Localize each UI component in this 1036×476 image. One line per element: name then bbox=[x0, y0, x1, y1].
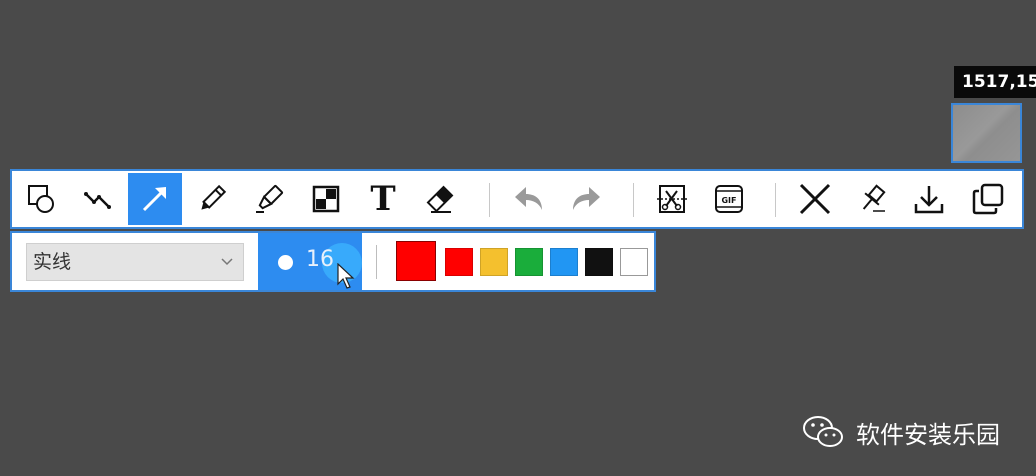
tool-options-bar: 实线 16 bbox=[10, 231, 656, 292]
redo-icon bbox=[573, 187, 600, 210]
pin-icon bbox=[862, 184, 886, 212]
gif-icon: GIF bbox=[715, 185, 743, 213]
coordinate-readout: 1517,15 bbox=[954, 66, 1036, 98]
mosaic-icon bbox=[312, 185, 340, 213]
arrow-icon bbox=[142, 187, 167, 212]
pen-size-control[interactable]: 16 bbox=[258, 233, 362, 290]
color-swatch[interactable] bbox=[445, 248, 473, 276]
scissors-icon bbox=[657, 185, 687, 213]
close-icon bbox=[799, 183, 831, 215]
pen-size-value: 16 bbox=[306, 247, 334, 272]
annotation-toolbar: T GIF bbox=[10, 169, 1024, 229]
line-style-value: 实线 bbox=[33, 251, 72, 273]
download-icon bbox=[914, 186, 944, 214]
pin-button[interactable] bbox=[845, 173, 899, 225]
highlighter-tool-button[interactable] bbox=[242, 173, 296, 225]
options-separator bbox=[376, 245, 377, 279]
toolbar-separator bbox=[633, 183, 634, 217]
polyline-tool-button[interactable] bbox=[71, 173, 125, 225]
color-swatch[interactable] bbox=[620, 248, 648, 276]
shape-tool-button[interactable] bbox=[15, 173, 69, 225]
download-button[interactable] bbox=[902, 173, 956, 225]
toolbar-separator bbox=[775, 183, 776, 217]
watermark: 软件安装乐园 bbox=[802, 412, 1000, 452]
color-swatch[interactable] bbox=[515, 248, 543, 276]
undo-button[interactable] bbox=[502, 173, 556, 225]
pencil-tool-button[interactable] bbox=[185, 173, 239, 225]
highlighter-icon bbox=[256, 184, 284, 213]
line-style-select[interactable]: 实线 bbox=[26, 243, 244, 281]
chevron-down-icon bbox=[221, 258, 233, 266]
close-button[interactable] bbox=[788, 173, 842, 225]
shape-icon bbox=[28, 185, 54, 213]
mosaic-tool-button[interactable] bbox=[299, 173, 353, 225]
color-swatch[interactable] bbox=[585, 248, 613, 276]
eraser-tool-button[interactable] bbox=[413, 173, 467, 225]
copy-button[interactable] bbox=[961, 173, 1015, 225]
pen-size-dot-icon bbox=[278, 255, 293, 270]
toolbar-separator bbox=[489, 183, 490, 217]
wechat-icon bbox=[803, 416, 843, 447]
text-tool-button[interactable]: T bbox=[356, 173, 410, 225]
current-color-swatch[interactable] bbox=[396, 241, 436, 281]
mouse-cursor-icon bbox=[337, 263, 355, 289]
watermark-text: 软件安装乐园 bbox=[856, 420, 1000, 449]
color-swatch[interactable] bbox=[550, 248, 578, 276]
magnifier-preview bbox=[951, 103, 1022, 163]
redo-button[interactable] bbox=[559, 173, 613, 225]
gif-record-button[interactable]: GIF bbox=[702, 173, 756, 225]
arrow-tool-button[interactable] bbox=[128, 173, 182, 225]
svg-text:GIF: GIF bbox=[721, 196, 736, 205]
polyline-icon bbox=[84, 192, 111, 209]
screenshot-cut-button[interactable] bbox=[645, 173, 699, 225]
eraser-icon bbox=[426, 185, 454, 213]
pencil-icon bbox=[201, 184, 227, 210]
text-icon: T bbox=[370, 179, 396, 219]
copy-icon bbox=[972, 183, 1004, 215]
undo-icon bbox=[515, 187, 542, 210]
color-swatch[interactable] bbox=[480, 248, 508, 276]
